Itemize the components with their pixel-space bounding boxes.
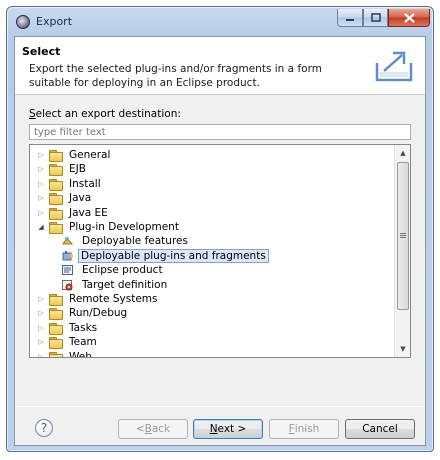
title-bar[interactable]: Export [7, 7, 433, 35]
finish-label: inish [294, 423, 320, 435]
tree-item[interactable]: Deployable features [60, 234, 192, 248]
tree-item-label: Install [69, 177, 101, 190]
expand-arrow-icon[interactable]: ▷ [36, 338, 46, 346]
minimize-button[interactable] [337, 9, 363, 27]
window-title: Export [36, 15, 73, 28]
maximize-icon [370, 13, 381, 22]
collapse-arrow-icon[interactable]: ◢ [36, 223, 46, 231]
eclipse-app-icon [16, 15, 30, 29]
tree-item-label: Java [69, 192, 92, 205]
finish-button[interactable]: Finish [269, 419, 339, 439]
back-button[interactable]: < Back [118, 419, 188, 439]
target-icon [60, 278, 74, 291]
tree-item[interactable]: ▷ Java [36, 191, 95, 206]
tree-item[interactable]: ▷ Tasks [36, 321, 101, 335]
tree-item-label: Target definition [82, 278, 168, 291]
scroll-thumb[interactable] [397, 162, 409, 310]
tree-item[interactable]: Deployable plug-ins and fragments [60, 248, 269, 263]
tree-item[interactable]: ◢ Plug-in Development [36, 220, 183, 234]
expand-arrow-icon[interactable]: ▷ [36, 151, 46, 159]
scroll-up-arrow-icon[interactable]: ▲ [395, 145, 410, 161]
folder-icon [49, 150, 63, 162]
tree-item[interactable]: Target definition [60, 278, 171, 292]
tree-item-label: General [69, 149, 111, 161]
cancel-button[interactable]: Cancel [345, 419, 415, 439]
expand-arrow-icon[interactable]: ▷ [36, 295, 46, 303]
expand-arrow-icon[interactable]: ▷ [36, 309, 46, 317]
footer-separator [15, 406, 425, 407]
tree-item-label: Tasks [69, 321, 98, 334]
next-button[interactable]: Next > [193, 419, 263, 439]
tree-item[interactable]: ▷ Web [36, 350, 96, 358]
folder-icon [49, 308, 63, 321]
dialog-client-area: Select Export the selected plug-ins and/… [14, 36, 426, 446]
tree-item-label: Java EE [69, 206, 108, 219]
tree-item-label: Remote Systems [69, 293, 158, 305]
folder-icon [49, 178, 63, 191]
folder-icon [49, 322, 63, 335]
page-title: Select [22, 45, 61, 58]
page-description: Export the selected plug-ins and/or frag… [29, 63, 322, 89]
tree-item-label: Eclipse product [82, 264, 163, 277]
minimize-icon [346, 18, 354, 21]
back-label: ack [151, 423, 171, 435]
tree-item-label: Deployable plug-ins and fragments [78, 248, 269, 263]
expand-arrow-icon[interactable]: ▷ [36, 324, 46, 332]
next-mnemonic: N [209, 423, 218, 435]
destination-label-mnemonic: S [29, 108, 36, 120]
expand-arrow-icon[interactable]: ▷ [36, 209, 46, 217]
folder-icon [49, 294, 63, 306]
close-icon [403, 12, 415, 23]
tree-item[interactable]: ▷ Team [36, 335, 101, 350]
back-mnemonic: B [144, 423, 152, 435]
expand-arrow-icon[interactable]: ▷ [36, 194, 46, 202]
tree-item[interactable]: ▷ EJB [36, 162, 90, 177]
next-label: ext > [217, 423, 247, 435]
tree-item-label: Plug-in Development [69, 221, 179, 233]
wizard-header: Select Export the selected plug-ins and/… [15, 37, 425, 95]
tree-item-label: Web [69, 350, 92, 358]
product-icon [60, 264, 74, 277]
export-dialog-window: Export Select Export the selected plug-i… [6, 6, 434, 452]
vertical-scrollbar[interactable]: ▲ ▼ [394, 145, 410, 357]
folder-icon [49, 193, 63, 206]
expand-arrow-icon[interactable]: ▷ [36, 353, 46, 357]
back-prefix: < [135, 423, 145, 435]
tree-item[interactable]: ▷ General [36, 148, 114, 162]
folder-icon [49, 222, 63, 234]
destination-label-text: elect an export destination: [35, 108, 181, 120]
tree-item[interactable]: ▷ Install [36, 177, 105, 191]
expand-arrow-icon[interactable]: ▷ [36, 180, 46, 188]
tree-item-label: Team [69, 336, 97, 349]
plugin-icon [60, 249, 74, 262]
tree-item[interactable]: ▷ Run/Debug [36, 306, 131, 321]
folder-icon [49, 337, 63, 350]
close-button[interactable] [388, 9, 430, 27]
scroll-down-arrow-icon[interactable]: ▼ [395, 341, 410, 357]
expand-arrow-icon[interactable]: ▷ [36, 165, 46, 173]
export-wizard-icon [375, 51, 413, 82]
tree-item-label: EJB [69, 163, 86, 176]
folder-icon [49, 351, 63, 357]
folder-icon [49, 164, 63, 177]
folder-icon [49, 207, 63, 220]
tree-item-label: Deployable features [82, 235, 188, 248]
tree-item[interactable]: ▷ Remote Systems [36, 292, 161, 306]
destination-label: Select an export destination: [29, 108, 181, 120]
help-icon[interactable]: ? [35, 419, 53, 437]
tree-item-label: Run/Debug [69, 307, 128, 320]
feature-icon [60, 235, 74, 248]
filter-input[interactable] [29, 124, 411, 140]
tree-item[interactable]: Eclipse product [60, 263, 167, 277]
export-destination-tree[interactable]: ▷ General ▷ EJB ▷ Install ▷ Java ▷ Java EE ◢ Plug-i… [29, 144, 411, 358]
tree-item[interactable]: ▷ Java EE [36, 206, 112, 220]
maximize-button[interactable] [363, 9, 388, 27]
